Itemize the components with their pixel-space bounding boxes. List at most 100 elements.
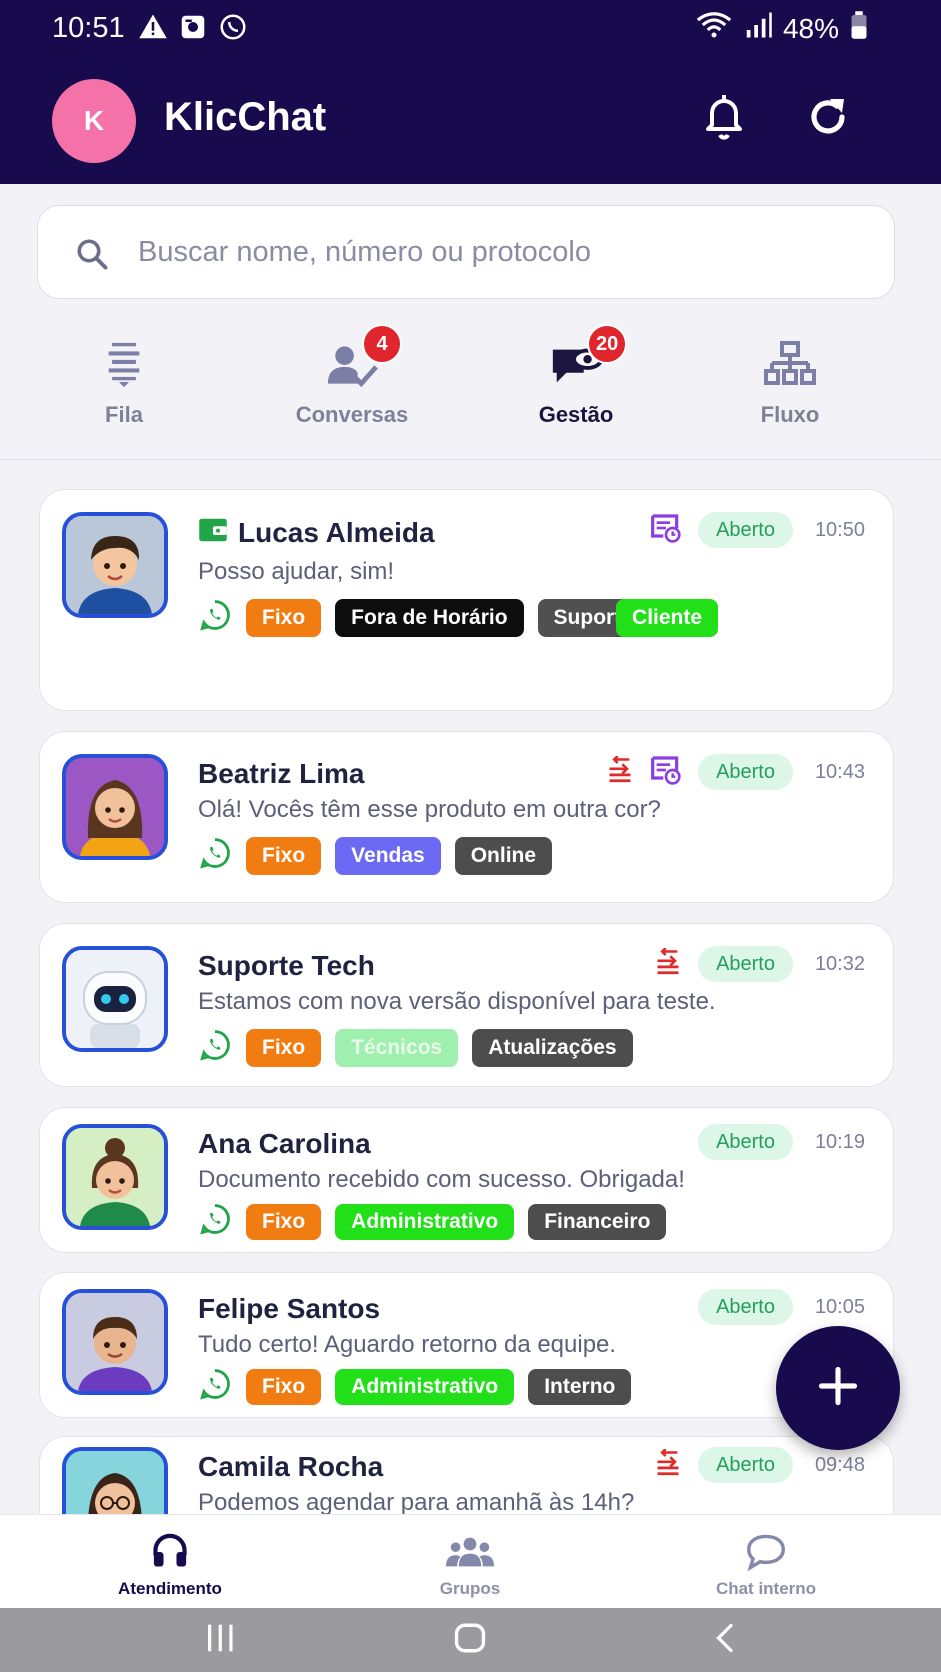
message-time: 10:05 (814, 1295, 865, 1318)
contact-avatar (62, 512, 168, 618)
tag-chip: Fixo (246, 1203, 322, 1240)
tab-badge: 20 (587, 324, 628, 364)
app-header: 10:51 48% K KlicChat (0, 0, 941, 184)
contact-avatar (62, 1447, 168, 1514)
back-icon (711, 1621, 741, 1660)
tag-chip: Administrativo (335, 1203, 515, 1240)
refresh-button[interactable] (798, 89, 858, 149)
contact-name: Lucas Almeida (238, 516, 435, 548)
tab-fila[interactable]: Fila (24, 318, 224, 448)
tab-label: Gestão (538, 402, 614, 427)
nav-atendimento[interactable]: Atendimento (60, 1515, 280, 1609)
tab-gestao[interactable]: 20 Gestão (476, 318, 676, 448)
recent-apps-button[interactable] (200, 1622, 240, 1658)
battery-level: 48% (782, 12, 839, 44)
notifications-button[interactable] (694, 89, 754, 149)
message-time: 10:43 (814, 760, 865, 783)
conversation-card[interactable]: Felipe Santos Aberto 10:05 Tudo certo! A… (39, 1272, 894, 1418)
contact-name: Ana Carolina (198, 1128, 371, 1159)
contact-name: Beatriz Lima (198, 758, 365, 789)
transfer-icon (654, 946, 682, 981)
tab-badge: 4 (362, 324, 402, 364)
message-time: 10:50 (814, 518, 865, 541)
tab-label: Conversas (295, 402, 409, 427)
nav-label: Chat interno (715, 1579, 817, 1598)
status-badge: Aberto (698, 1124, 793, 1160)
status-badge: Aberto (698, 946, 793, 982)
tag-chip: Fixo (246, 836, 322, 875)
status-time: 10:51 (52, 12, 125, 44)
battery-icon (849, 10, 869, 47)
bottom-navigation: Atendimento Grupos Chat interno (0, 1514, 941, 1608)
tag-chip: Interno (528, 1368, 632, 1405)
transfer-icon (654, 1447, 682, 1482)
tag-chip: Técnicos (335, 1028, 459, 1067)
tab-conversas[interactable]: 4 Conversas (252, 318, 452, 448)
home-icon (453, 1621, 487, 1660)
nav-grupos[interactable]: Grupos (360, 1515, 580, 1609)
contact-name: Camila Rocha (198, 1451, 384, 1482)
recent-apps-icon (204, 1622, 236, 1659)
scheduled-message-icon (650, 513, 682, 548)
new-conversation-button[interactable] (776, 1326, 900, 1450)
search-input[interactable] (138, 226, 858, 278)
tag-chip: Fixo (246, 1028, 322, 1067)
last-message: Olá! Vocês têm esse produto em outra cor… (198, 796, 661, 823)
conversation-card[interactable]: Ana Carolina Aberto 10:19 Documento rece… (39, 1107, 894, 1253)
group-icon (446, 1535, 494, 1574)
tag-chip: Financeiro (528, 1203, 667, 1240)
message-time: 09:48 (814, 1453, 865, 1476)
contact-avatar (62, 946, 168, 1052)
last-message: Estamos com nova versão disponível para … (198, 988, 716, 1015)
status-badge: Aberto (698, 1447, 793, 1483)
message-time: 10:19 (814, 1130, 865, 1153)
tab-label: Fluxo (760, 402, 820, 427)
conversation-card[interactable]: Beatriz Lima Aberto 10:43 Olá! Vocês têm… (39, 731, 894, 903)
app-title: KlicChat (164, 95, 327, 139)
headset-icon (150, 1531, 190, 1578)
plus-icon (816, 1364, 860, 1413)
refresh-icon (804, 93, 852, 146)
status-badge: Aberto (698, 754, 793, 790)
contact-name: Felipe Santos (198, 1293, 381, 1324)
section-tabs: Fila 4 Conversas 20 Gestão Fluxo (0, 318, 941, 460)
whatsapp-icon (198, 836, 232, 875)
conversation-card[interactable]: Camila Rocha Aberto 09:48 Podemos agenda… (39, 1436, 894, 1514)
conversation-card[interactable]: Lucas Almeida Aberto 10:50 Posso ajudar,… (39, 489, 894, 711)
whatsapp-icon (198, 1367, 232, 1406)
contact-avatar (62, 1124, 168, 1230)
last-message: Posso ajudar, sim! (198, 558, 395, 585)
tag-chip: Administrativo (335, 1368, 515, 1405)
tag-chip: Fixo (246, 1368, 322, 1405)
whatsapp-icon (198, 1202, 232, 1241)
message-time: 10:32 (814, 952, 865, 975)
whatsapp-icon (198, 1028, 232, 1067)
home-button[interactable] (450, 1622, 490, 1658)
whatsapp-notification-icon (218, 12, 248, 47)
last-message: Podemos agendar para amanhã às 14h? (198, 1489, 635, 1514)
tag-chip: Atualizações (472, 1028, 633, 1067)
status-badge: Aberto (698, 512, 793, 548)
wifi-icon (695, 10, 733, 47)
status-bar: 10:51 48% (0, 0, 941, 58)
user-avatar[interactable]: K (52, 79, 136, 163)
tag-chip: Cliente (616, 598, 719, 637)
tag-chip: Online (454, 836, 553, 875)
nav-chat-interno[interactable]: Chat interno (656, 1515, 876, 1609)
tab-fluxo[interactable]: Fluxo (690, 318, 890, 448)
bell-icon (700, 91, 748, 148)
last-message: Tudo certo! Aguardo retorno da equipe. (198, 1331, 617, 1358)
tag-chip: Vendas (335, 836, 441, 875)
last-message: Documento recebido com sucesso. Obrigada… (198, 1166, 685, 1193)
tab-label: Fila (105, 402, 143, 427)
whatsapp-icon (198, 598, 232, 637)
conversation-card[interactable]: Suporte Tech Aberto 10:32 Estamos com no… (39, 923, 894, 1087)
nav-label: Grupos (439, 1579, 501, 1598)
back-button[interactable] (706, 1622, 746, 1658)
search-bar[interactable] (37, 205, 895, 299)
queue-icon (107, 341, 141, 394)
scheduled-message-icon (650, 755, 682, 790)
warning-icon (138, 12, 168, 47)
nav-label: Atendimento (118, 1579, 222, 1598)
tag-chip: Fixo (246, 598, 322, 637)
